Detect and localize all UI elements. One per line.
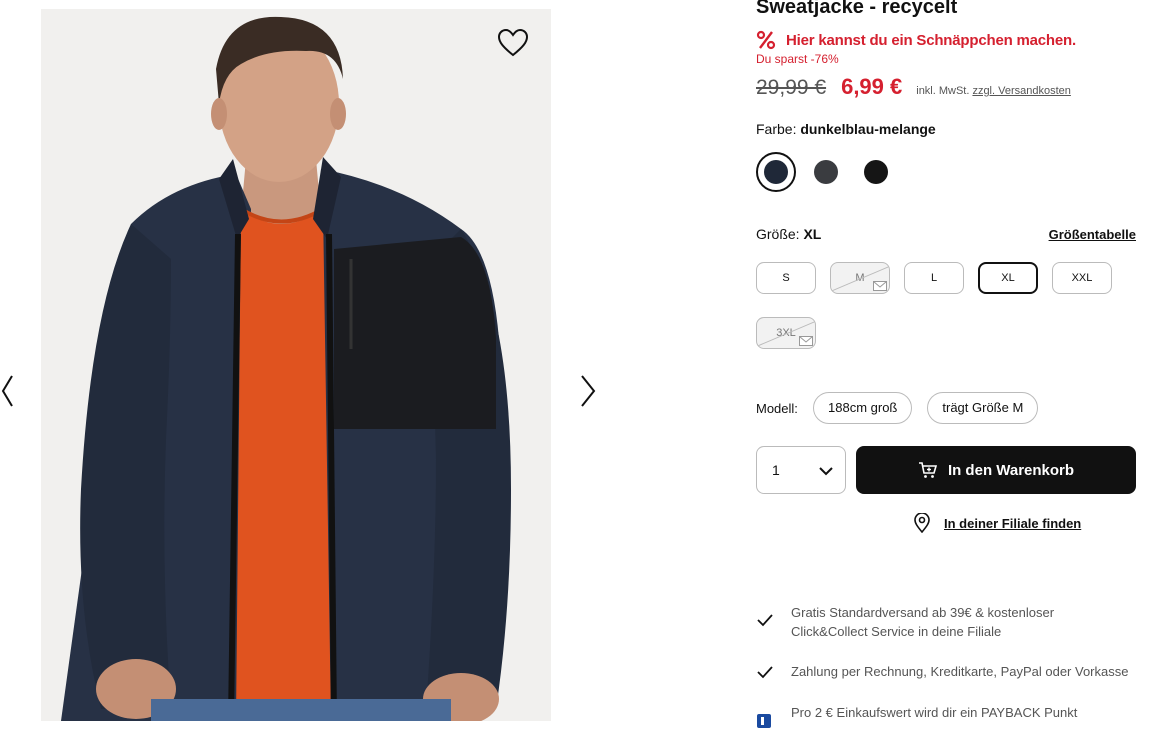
percent-icon [756,30,776,50]
size-option-label: XL [1001,272,1015,284]
model-info: Modell: 188cm groß trägt Größe M [756,392,1053,424]
size-option-label: XXL [1071,272,1093,284]
notify-envelope-icon [799,336,813,346]
find-in-store-label: In deiner Filiale finden [944,515,1082,531]
size-option-label: L [930,272,938,284]
size-label-prefix: Größe: [756,226,800,242]
quantity-select[interactable]: 1 [756,446,846,494]
color-swatch-dunkelblau[interactable] [756,152,796,192]
location-pin-icon [914,513,930,533]
benefit-item-shipping: Gratis Standardversand ab 39€ & kostenlo… [756,603,1131,641]
check-icon [757,666,773,679]
quantity-value: 1 [772,462,780,478]
price-row: 29,99 € 6,99 € inkl. MwSt. zzgl. Versand… [756,74,1071,100]
model-height-chip: 188cm groß [813,392,913,424]
size-selected-value: XL [803,226,822,242]
size-option-label: S [782,272,790,284]
swatch-dot [764,160,788,184]
deal-text: Hier kannst du ein Schnäppchen machen. [786,31,1076,49]
wishlist-heart-icon[interactable] [497,28,529,58]
product-image[interactable] [41,9,551,721]
color-label-prefix: Farbe: [756,121,797,137]
size-chart-link[interactable]: Größentabelle [1049,227,1136,242]
size-option-m-unavailable[interactable]: M [830,262,890,294]
size-option-label: M [855,272,865,284]
old-price: 29,99 € [756,76,827,99]
add-to-cart-button[interactable]: In den Warenkorb [856,446,1136,494]
benefit-item-payback: Pro 2 € Einkaufswert wird dir ein PAYBAC… [756,703,1131,729]
add-to-cart-label: In den Warenkorb [947,461,1075,479]
jacket-photo-illustration [41,9,551,721]
swatch-dot [814,160,838,184]
color-swatch-schwarz[interactable] [856,152,896,192]
size-label: Größe: XL [756,226,821,242]
product-gallery [0,0,620,721]
notify-envelope-icon [873,281,887,291]
color-label: Farbe: dunkelblau-melange [756,121,936,137]
size-option-xl[interactable]: XL [978,262,1038,294]
savings-text: Du sparst -76% [756,52,839,66]
color-swatch-grau[interactable] [806,152,846,192]
size-option-l[interactable]: L [904,262,964,294]
model-size-chip: trägt Größe M [927,392,1039,424]
model-label: Modell: [756,400,798,416]
size-option-3xl-unavailable[interactable]: 3XL [756,317,816,349]
cart-icon [918,462,937,478]
swatch-dot [864,160,888,184]
product-title: Sweatjacke - recycelt [756,0,958,18]
gallery-prev-arrow-icon[interactable] [0,372,20,410]
size-option-xxl[interactable]: XXL [1052,262,1112,294]
gallery-next-arrow-icon[interactable] [578,372,598,410]
size-option-s[interactable]: S [756,262,816,294]
benefit-item-payment: Zahlung per Rechnung, Kreditkarte, PayPa… [756,662,1131,681]
tax-note: inkl. MwSt. [916,85,970,97]
payback-icon [757,714,771,728]
shipping-costs-link[interactable]: zzgl. Versandkosten [972,85,1070,97]
deal-banner: Hier kannst du ein Schnäppchen machen. [756,30,1076,50]
sale-price: 6,99 € [841,74,903,99]
benefit-text: Zahlung per Rechnung, Kreditkarte, PayPa… [791,664,1129,679]
check-icon [757,614,773,627]
chevron-down-icon [819,467,833,476]
benefit-text: Pro 2 € Einkaufswert wird dir ein PAYBAC… [791,705,1078,720]
size-option-label: 3XL [776,327,796,339]
find-in-store-link[interactable]: In deiner Filiale finden [913,513,1081,533]
benefit-text: Gratis Standardversand ab 39€ & kostenlo… [791,605,1055,639]
color-selected-name: dunkelblau-melange [800,121,936,137]
